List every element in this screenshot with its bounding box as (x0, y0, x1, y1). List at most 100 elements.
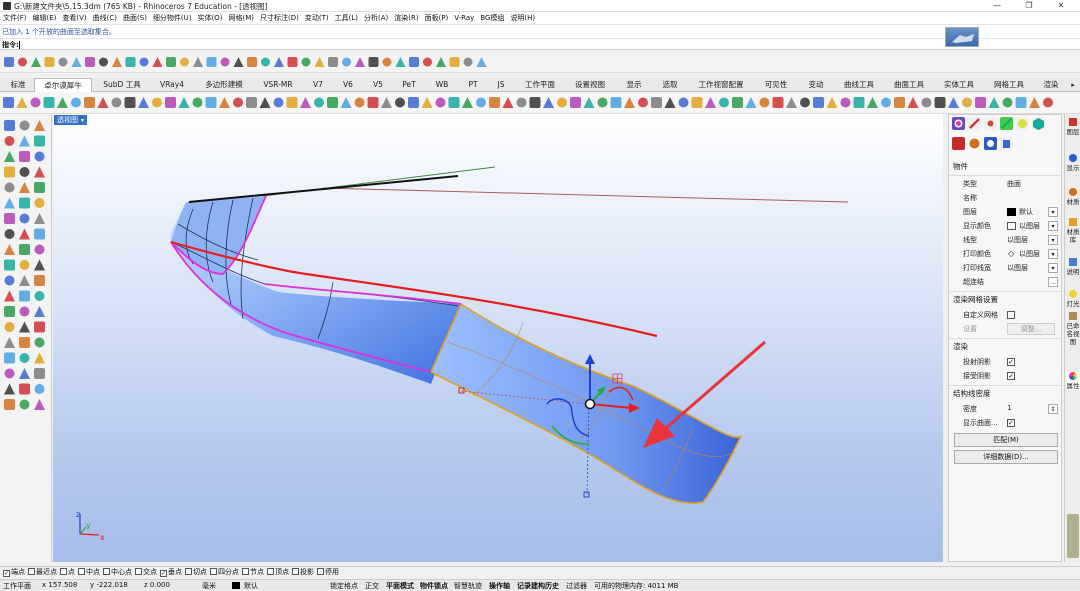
prop-row-linetype[interactable]: 线型 以图层 ▾ (949, 233, 1061, 247)
toolbar-icon[interactable] (19, 228, 30, 240)
toolbar-icon[interactable] (124, 97, 136, 108)
tab-select[interactable]: 选取 (654, 78, 686, 92)
tabs-overflow-icon[interactable]: ▸ (1067, 78, 1079, 92)
toolbar-icon[interactable] (152, 57, 163, 67)
toolbar-icon[interactable] (34, 166, 45, 178)
toolbar-icon[interactable] (4, 244, 15, 255)
tab-vsr-mr[interactable]: VSR-MR (256, 78, 300, 92)
prop-row-show-iso[interactable]: 显示曲面... ✓ (949, 416, 1061, 430)
toolbar-icon[interactable] (732, 97, 743, 108)
toolbar-icon[interactable] (193, 57, 203, 67)
tab-display[interactable]: 显示 (618, 78, 650, 92)
toolbar-icon[interactable] (583, 97, 595, 108)
show-iso-checkbox[interactable]: ✓ (1007, 419, 1015, 427)
toolbar-icon[interactable] (34, 151, 45, 162)
osnap-item[interactable]: 最近点 (28, 567, 57, 578)
toolbar-icon[interactable] (436, 57, 446, 67)
menu-tools[interactable]: 工具(L) (332, 12, 361, 24)
spinner-icon[interactable]: ⇕ (1048, 404, 1058, 414)
scroll-thumb[interactable] (1067, 514, 1079, 558)
osnap-checkbox[interactable] (103, 568, 110, 575)
toolbar-icon[interactable] (314, 97, 324, 108)
tab-v5[interactable]: V5 (364, 78, 392, 92)
toolbar-icon[interactable] (354, 97, 365, 108)
maximize-button[interactable]: ❐ (1014, 0, 1044, 12)
toolbar-icon[interactable] (448, 97, 460, 108)
toolbar-icon[interactable] (34, 368, 45, 379)
toolbar-icon[interactable] (4, 151, 15, 162)
close-button[interactable]: ✕ (1046, 0, 1076, 12)
toolbar-icon[interactable] (476, 57, 487, 67)
side-tab-lights[interactable]: 灯光 (1066, 290, 1080, 308)
toolbar-icon[interactable] (85, 57, 95, 67)
toolbar-icon[interactable] (19, 383, 30, 395)
toolbar-icon[interactable] (19, 182, 30, 193)
toolbar-icon[interactable] (34, 275, 45, 286)
toolbar-icon[interactable] (165, 97, 176, 108)
side-tab-display[interactable]: 显示 (1066, 154, 1080, 172)
menu-curve[interactable]: 曲线(C) (90, 12, 120, 24)
toolbar-icon[interactable] (19, 321, 30, 333)
toolbar-icon[interactable] (166, 57, 176, 67)
prop-row-display-color[interactable]: 显示颜色 以图层 ▾ (949, 219, 1061, 233)
osnap-item[interactable]: 节点 (242, 567, 264, 578)
toolbar-icon[interactable] (1015, 97, 1027, 108)
toolbar-icon[interactable] (529, 97, 541, 108)
toolbar-icon[interactable] (314, 57, 325, 67)
osnap-item[interactable]: 顶点 (267, 567, 289, 578)
toolbar-icon[interactable] (4, 259, 15, 271)
toolbar-icon[interactable] (233, 57, 244, 67)
cast-shadow-checkbox[interactable]: ✓ (1007, 358, 1015, 366)
toolbar-icon[interactable] (138, 97, 149, 108)
tab-vray4[interactable]: VRay4 (152, 78, 192, 92)
osnap-item[interactable]: 投影 (292, 567, 314, 578)
main-toolbar-icons[interactable] (0, 53, 1080, 73)
toolbar-icon[interactable] (34, 337, 45, 348)
toolbar-icon[interactable] (220, 57, 230, 67)
toolbar-icon[interactable] (34, 259, 45, 271)
toolbar-icon[interactable] (4, 399, 15, 410)
toolbar-icon[interactable] (745, 97, 757, 108)
chevron-down-icon[interactable]: ▾ (1048, 235, 1058, 245)
prop-row-layer[interactable]: 图层 默认 ▾ (949, 205, 1061, 219)
menu-edit[interactable]: 编辑(E) (30, 12, 60, 24)
toolbar-icon[interactable] (719, 97, 729, 108)
toolbar-icon[interactable] (4, 352, 15, 364)
toolbar-icon[interactable] (287, 57, 298, 67)
toolbar-icon[interactable] (57, 97, 68, 108)
viewport-dropdown-icon[interactable]: ▾ (81, 117, 84, 124)
menu-dimension[interactable]: 尺寸标注(D) (257, 12, 302, 24)
tab-render[interactable]: 渲染 (1036, 78, 1066, 92)
toolbar-icon[interactable] (19, 275, 30, 286)
toolbar-icon[interactable] (19, 353, 30, 363)
toolbar-icon[interactable] (19, 399, 30, 410)
toolbar-icon[interactable] (367, 97, 379, 108)
osnap-checkbox[interactable] (267, 568, 274, 575)
toolbar-icon[interactable] (651, 97, 662, 108)
tab-set-view[interactable]: 设置视图 (568, 78, 612, 92)
chevron-down-icon[interactable]: ▾ (1048, 249, 1058, 259)
tab-surface-tools[interactable]: 曲面工具 (886, 78, 932, 92)
toolbar-icon[interactable] (34, 198, 45, 208)
toolbar-icon[interactable] (261, 57, 270, 67)
toolbar-icon[interactable] (139, 57, 149, 67)
toolbar-icon[interactable] (34, 399, 45, 410)
tab-viewport-layout[interactable]: 工作视窗配置 (690, 78, 752, 92)
toolbar-icon[interactable] (408, 97, 419, 108)
toolbar-icon[interactable] (34, 135, 45, 147)
toolbar-icon[interactable] (570, 97, 581, 108)
side-tab-help[interactable]: 说明 (1066, 258, 1080, 276)
tab-wb[interactable]: WB (428, 78, 456, 92)
toolbar-icon[interactable] (31, 57, 41, 67)
toolbar-icon[interactable] (152, 97, 162, 108)
osnap-checkbox[interactable] (28, 568, 35, 575)
toolbar-icon[interactable] (921, 97, 932, 108)
ellipsis-icon[interactable]: … (1048, 277, 1058, 287)
toolbar-icon[interactable] (691, 97, 703, 108)
match-button[interactable]: 匹配(M) (954, 433, 1058, 447)
osnap-item[interactable]: 四分点 (210, 567, 239, 578)
menu-transform[interactable]: 变动(T) (302, 12, 332, 24)
toolbar-icon[interactable] (557, 97, 567, 108)
toolbar-icon[interactable] (99, 57, 108, 67)
toolbar-icon[interactable] (907, 97, 919, 108)
